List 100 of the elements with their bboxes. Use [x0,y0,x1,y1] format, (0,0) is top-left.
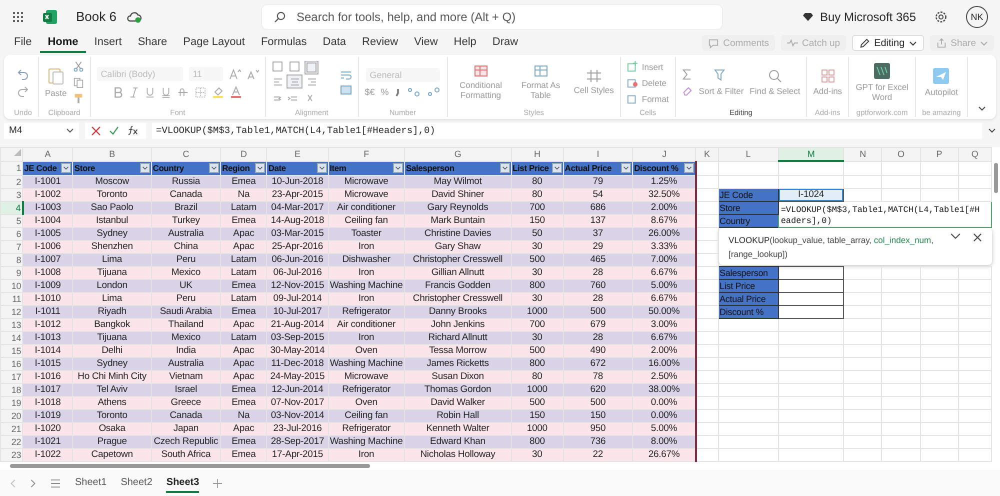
cancel-icon[interactable] [91,126,101,136]
row-number[interactable]: 10 [0,279,23,292]
buy-button[interactable]: Buy Microsoft 365 [802,10,916,24]
borders-icon[interactable] [195,86,206,98]
row-number[interactable]: 21 [0,422,23,435]
row-number[interactable]: 20 [0,409,23,422]
menu-tab[interactable]: Page Layout [175,34,253,52]
user-avatar[interactable]: NK [966,6,988,28]
menu-tab[interactable]: Home [40,34,86,52]
column-heading[interactable]: E [266,148,328,161]
cell-styles-button[interactable]: Cell Styles [574,70,614,96]
filter-button[interactable] [61,162,72,172]
column-heading[interactable]: G [404,148,512,161]
column-heading[interactable]: M [778,148,844,161]
insert-button[interactable]: Insert [626,61,664,72]
settings-icon[interactable] [934,10,948,24]
filter-button[interactable] [552,162,562,172]
row-number[interactable]: 9 [0,266,23,279]
add-sheet-icon[interactable] [213,478,222,488]
column-heading[interactable]: C [151,148,221,161]
formula-input[interactable]: =VLOOKUP($M$3,Table1,MATCH(L4,Table1[#Headers],0) [152,122,982,138]
format-as-table-button[interactable]: Format As Table [514,64,568,100]
sort-filter-button[interactable]: Sort & Filter [698,68,744,96]
scissors-icon[interactable] [72,61,84,72]
copy-icon[interactable] [72,77,84,88]
collapse-ribbon-icon[interactable] [978,106,986,111]
sum-icon[interactable] [682,69,692,80]
menu-tab[interactable]: Share [130,34,176,52]
row-number[interactable]: 13 [0,318,23,331]
undo-icon[interactable] [16,68,29,80]
vertical-scrollbar[interactable] [994,163,998,193]
editing-mode-button[interactable]: Editing [852,35,924,51]
row-number[interactable]: 17 [0,370,23,383]
italic-icon[interactable] [129,86,140,98]
row-number[interactable]: 11 [0,292,23,305]
column-heading[interactable]: O [882,148,920,161]
app-launcher-icon[interactable] [12,10,24,22]
name-box[interactable]: M4 [4,122,79,138]
row-number[interactable]: 3 [0,188,23,201]
menu-tab[interactable]: Help [446,34,484,52]
filter-button[interactable] [392,162,403,172]
row-number[interactable]: 6 [0,227,23,240]
menu-tab[interactable]: Insert [86,34,130,52]
sheet-tab[interactable]: Sheet1 [75,474,107,492]
filter-button[interactable] [621,162,632,172]
filter-button[interactable] [684,162,694,172]
menu-tab[interactable]: Draw [484,34,526,52]
row-number[interactable]: 5 [0,214,23,227]
bold-icon[interactable] [113,86,124,98]
brush-icon[interactable] [72,93,84,104]
row-number[interactable]: 8 [0,253,23,266]
grow-font-icon[interactable] [228,68,241,80]
sheet-tab[interactable]: Sheet3 [166,474,200,492]
previous-sheet-icon[interactable] [10,478,16,488]
menu-tab[interactable]: File [6,34,40,52]
row-number[interactable]: 1 [0,161,23,175]
filter-button[interactable] [316,162,327,172]
chevron-down-icon[interactable] [950,232,960,240]
row-number[interactable]: 4 [0,201,23,214]
column-heading[interactable]: J [632,148,696,161]
menu-icon[interactable] [50,478,61,488]
currency-button[interactable]: $€ [364,87,375,97]
column-heading[interactable]: A [22,148,73,161]
menu-tab[interactable]: View [406,34,446,52]
eraser-icon[interactable] [682,85,693,96]
gpt-add-in-button[interactable]: GPT for Excel Word [855,62,910,102]
column-heading[interactable]: P [920,148,958,161]
increase-decimal-icon[interactable] [406,87,421,97]
strikethrough-icon[interactable] [177,86,190,98]
row-number[interactable]: 19 [0,396,23,409]
column-heading[interactable]: N [844,148,882,161]
row-number[interactable]: 16 [0,357,23,370]
row-number[interactable]: 18 [0,383,23,396]
find-select-button[interactable]: Find & Select [750,68,800,96]
checkmark-icon[interactable] [109,126,119,136]
row-number[interactable]: 22 [0,435,23,448]
close-icon[interactable] [972,232,982,242]
row-number[interactable]: 7 [0,240,23,253]
percent-button[interactable]: % [380,87,389,97]
redo-icon[interactable] [16,85,29,97]
row-number[interactable]: 2 [0,175,23,188]
document-title[interactable]: Book 6 [76,9,116,24]
column-heading[interactable]: D [220,148,267,161]
menu-tab[interactable]: Review [354,34,406,52]
wrap-text-icon[interactable] [340,70,352,80]
function-icon[interactable] [127,125,140,136]
column-heading[interactable]: B [72,148,152,161]
row-number[interactable]: 15 [0,344,23,357]
underline-icon[interactable] [145,86,156,98]
column-heading[interactable]: Q [958,148,992,161]
filter-button[interactable] [500,162,510,172]
paste-button[interactable]: Paste [44,66,67,98]
add-ins-button[interactable]: Add-ins [813,68,842,96]
column-heading[interactable]: F [328,148,404,161]
horizontal-scrollbar[interactable] [10,464,370,468]
format-button[interactable]: Format [626,93,669,104]
menu-tab[interactable]: Data [314,34,354,52]
delete-button[interactable]: Delete [626,77,666,88]
row-number[interactable]: 14 [0,331,23,344]
autopilot-button[interactable]: Autopilot [924,68,958,98]
